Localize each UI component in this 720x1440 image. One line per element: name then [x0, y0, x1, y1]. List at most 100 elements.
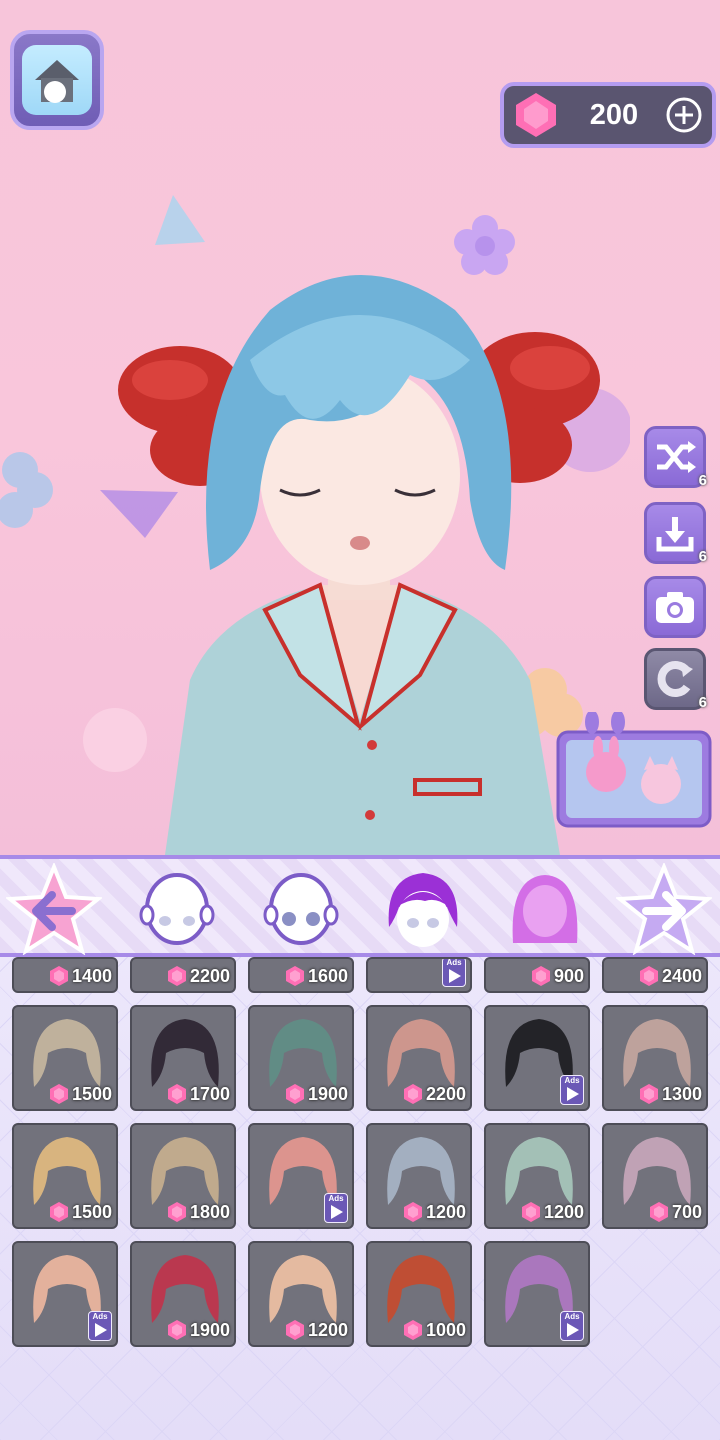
hair-item[interactable]: 1400 — [12, 957, 118, 993]
home-button[interactable] — [10, 30, 104, 130]
character-avatar — [118, 275, 600, 855]
bunny-cat-promo-button[interactable] — [556, 710, 712, 828]
category-tab-bar — [0, 855, 720, 957]
tab-eyes[interactable] — [258, 867, 344, 951]
price-value: 900 — [553, 965, 584, 986]
hair-item[interactable]: Ads — [484, 1005, 590, 1111]
pink-gem-icon — [639, 966, 658, 986]
hair-item[interactable]: Ads — [12, 1241, 118, 1347]
pink-gem-icon — [531, 966, 550, 986]
ads-label: Ads — [92, 1312, 108, 1321]
item-price: 900 — [529, 964, 584, 988]
hair-item[interactable]: 1200 — [484, 1123, 590, 1229]
item-price: 1200 — [401, 1200, 466, 1224]
hair-item[interactable]: 1200 — [248, 1241, 354, 1347]
pink-gem-icon — [285, 1320, 304, 1340]
item-price: 1600 — [283, 964, 348, 988]
item-price: 2200 — [165, 964, 230, 988]
hair-preview-icon — [33, 1019, 101, 1087]
house-icon — [22, 45, 92, 115]
price-value: 700 — [671, 1201, 702, 1222]
ads-badge: Ads — [560, 1311, 584, 1341]
next-arrow-button[interactable] — [616, 863, 712, 955]
price-value: 2200 — [425, 1083, 466, 1104]
price-value: 1400 — [71, 965, 112, 986]
hair-item[interactable]: 1500 — [12, 1005, 118, 1111]
hair-preview-icon — [387, 1255, 455, 1323]
hair-item[interactable]: 2400 — [602, 957, 708, 993]
pink-gem-icon — [639, 1084, 658, 1104]
pink-gem-icon — [403, 1320, 422, 1340]
hair-item-grid: 1400 2200 1600 Ads 900 2400 1500 1700 1900 2200 Ad… — [0, 957, 720, 1440]
item-price: 1900 — [283, 1082, 348, 1106]
item-price: 1300 — [637, 1082, 702, 1106]
previous-arrow-button[interactable] — [6, 863, 102, 955]
tab-front-hair[interactable] — [380, 867, 466, 951]
price-value: 1700 — [189, 1083, 230, 1104]
pink-gem-icon — [521, 1202, 540, 1222]
hair-item[interactable]: 1300 — [602, 1005, 708, 1111]
hair-preview-icon — [387, 1019, 455, 1087]
price-value: 1200 — [307, 1319, 348, 1340]
price-value: 2200 — [189, 965, 230, 986]
pink-gem-icon — [167, 1202, 186, 1222]
shuffle-count: 6 — [698, 472, 707, 489]
tab-face[interactable] — [134, 867, 220, 951]
price-value: 1200 — [425, 1201, 466, 1222]
camera-button[interactable] — [644, 576, 706, 638]
price-value: 1300 — [661, 1083, 702, 1104]
hair-item[interactable]: Ads — [366, 957, 472, 993]
tab-back-hair[interactable] — [502, 867, 588, 951]
play-icon — [331, 1205, 343, 1219]
item-price: 1000 — [401, 1318, 466, 1342]
hair-preview-icon — [151, 1137, 219, 1205]
shuffle-icon — [657, 441, 696, 473]
hair-item[interactable]: 1900 — [248, 1005, 354, 1111]
hair-item[interactable]: 1600 — [248, 957, 354, 993]
pink-gem-icon — [285, 966, 304, 986]
pink-gem-icon — [649, 1202, 668, 1222]
item-price: 2200 — [401, 1082, 466, 1106]
triangle-decoration — [155, 195, 205, 245]
pink-gem-icon — [167, 1084, 186, 1104]
price-value: 1900 — [189, 1319, 230, 1340]
hair-item[interactable]: Ads — [248, 1123, 354, 1229]
pink-gem-icon — [285, 1084, 304, 1104]
hair-preview-icon — [269, 1019, 337, 1087]
hair-item[interactable]: 2200 — [366, 1005, 472, 1111]
flower-decoration — [0, 452, 53, 528]
hair-item[interactable]: 1200 — [366, 1123, 472, 1229]
download-count: 6 — [698, 548, 707, 565]
price-value: 1000 — [425, 1319, 466, 1340]
hair-item[interactable]: 1000 — [366, 1241, 472, 1347]
item-price: 1200 — [519, 1200, 584, 1224]
download-icon — [656, 517, 694, 552]
gem-balance: 200 — [500, 82, 716, 148]
reset-count: 6 — [698, 694, 707, 711]
reset-button[interactable]: 6 — [644, 648, 707, 711]
hair-item[interactable]: 900 — [484, 957, 590, 993]
price-value: 1900 — [307, 1083, 348, 1104]
hair-item[interactable]: 1700 — [130, 1005, 236, 1111]
bunny-cat-promo-icon — [556, 710, 712, 828]
ads-badge: Ads — [442, 959, 466, 987]
hair-preview-icon — [151, 1255, 219, 1323]
item-price: 1500 — [47, 1200, 112, 1224]
item-price: 700 — [647, 1200, 702, 1224]
hair-item[interactable]: Ads — [484, 1241, 590, 1347]
pink-gem-icon — [49, 1084, 68, 1104]
download-button[interactable]: 6 — [644, 502, 707, 565]
pink-gem-icon — [516, 93, 556, 137]
play-icon — [567, 1087, 579, 1101]
eyes-icon — [263, 873, 339, 945]
hair-item[interactable]: 1800 — [130, 1123, 236, 1229]
item-price: 1900 — [165, 1318, 230, 1342]
plus-circle-icon[interactable] — [664, 95, 704, 135]
play-icon — [567, 1323, 579, 1337]
hair-item[interactable]: 1900 — [130, 1241, 236, 1347]
price-value: 1500 — [71, 1083, 112, 1104]
shuffle-button[interactable]: 6 — [644, 426, 707, 489]
hair-item[interactable]: 700 — [602, 1123, 708, 1229]
hair-item[interactable]: 1500 — [12, 1123, 118, 1229]
hair-item[interactable]: 2200 — [130, 957, 236, 993]
